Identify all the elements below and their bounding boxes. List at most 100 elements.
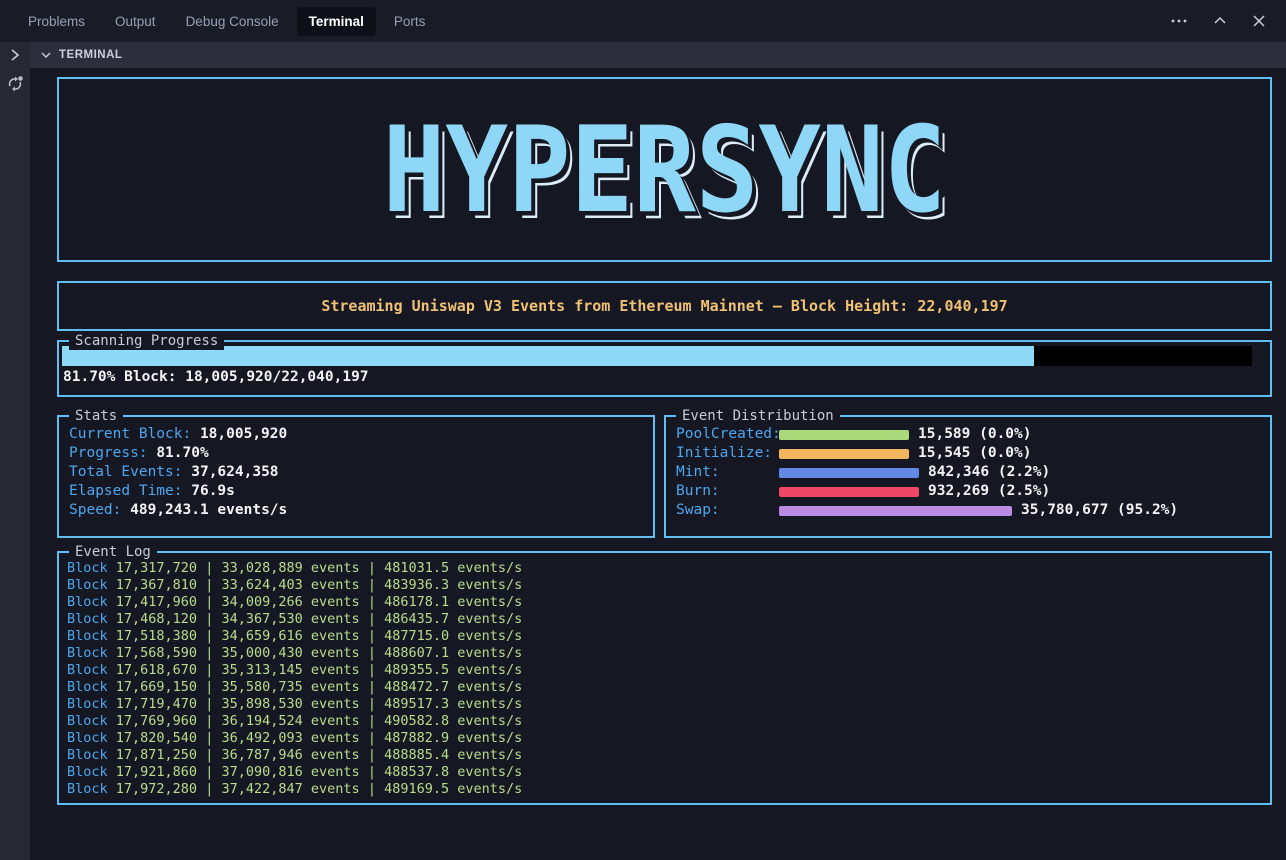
- distribution-label: Initialize:: [676, 444, 779, 463]
- panel-tab[interactable]: Ports: [382, 7, 438, 36]
- event-log-box: Event Log Block 17,317,720 | 33,028,889 …: [57, 551, 1272, 805]
- maximize-panel-icon[interactable]: [1212, 13, 1228, 29]
- panel-side-strip: [0, 42, 30, 860]
- log-events-count: 36,787,946: [221, 747, 302, 763]
- terminal-section-label: TERMINAL: [59, 49, 122, 61]
- log-block-word: Block: [67, 696, 108, 712]
- log-events-word: events: [311, 560, 360, 576]
- event-distribution-title: Event Distribution: [676, 407, 840, 425]
- stat-label: Progress:: [69, 445, 148, 461]
- panel-window-actions: [1170, 12, 1286, 30]
- log-events-count: 36,194,524: [221, 713, 302, 729]
- log-separator: |: [368, 713, 376, 729]
- panel-tab[interactable]: Output: [103, 7, 168, 36]
- log-rate-word: events/s: [457, 730, 522, 746]
- log-separator: |: [368, 611, 376, 627]
- event-log-row: Block 17,317,720 | 33,028,889 events | 4…: [67, 560, 1270, 577]
- log-rate-value: 487715.0: [384, 628, 449, 644]
- log-block-number: 17,972,280: [116, 781, 197, 797]
- log-events-count: 34,009,266: [221, 594, 302, 610]
- stat-value: 37,624,358: [191, 464, 278, 480]
- distribution-label: Mint:: [676, 463, 779, 482]
- log-events-word: events: [311, 764, 360, 780]
- panel-tab[interactable]: Debug Console: [174, 7, 291, 36]
- streaming-message-box: Streaming Uniswap V3 Events from Ethereu…: [57, 281, 1272, 331]
- event-log-row: Block 17,417,960 | 34,009,266 events | 4…: [67, 594, 1270, 611]
- log-rate-word: events/s: [457, 594, 522, 610]
- log-separator: |: [368, 577, 376, 593]
- more-actions-icon[interactable]: [1170, 12, 1188, 30]
- log-block-word: Block: [67, 577, 108, 593]
- log-block-word: Block: [67, 679, 108, 695]
- log-events-count: 35,000,430: [221, 645, 302, 661]
- distribution-value: 932,269 (2.5%): [928, 482, 1050, 501]
- panel-tab[interactable]: Problems: [16, 7, 97, 36]
- log-block-number: 17,317,720: [116, 560, 197, 576]
- log-events-count: 37,090,816: [221, 764, 302, 780]
- log-rate-value: 488472.7: [384, 679, 449, 695]
- log-rate-word: events/s: [457, 611, 522, 627]
- log-block-number: 17,618,670: [116, 662, 197, 678]
- terminal-section-header: TERMINAL: [30, 42, 1286, 68]
- log-rate-word: events/s: [457, 560, 522, 576]
- distribution-row: Swap: 35,780,677 (95.2%): [676, 501, 1270, 520]
- panel-tab[interactable]: Terminal: [297, 7, 376, 36]
- event-log-row: Block 17,669,150 | 35,580,735 events | 4…: [67, 679, 1270, 696]
- progress-bar-track: [62, 346, 1252, 366]
- log-events-count: 36,492,093: [221, 730, 302, 746]
- panel-tabs: Problems Output Debug Console Terminal P…: [16, 7, 437, 36]
- log-events-word: events: [311, 713, 360, 729]
- distribution-bar: [779, 506, 1012, 516]
- progress-status-text: 81.70% Block: 18,005,920/22,040,197: [62, 369, 1267, 385]
- distribution-value: 842,346 (2.2%): [928, 463, 1050, 482]
- close-panel-icon[interactable]: [1252, 14, 1266, 28]
- distribution-row: Initialize: 15,545 (0.0%): [676, 444, 1270, 463]
- log-events-word: events: [311, 662, 360, 678]
- log-block-word: Block: [67, 645, 108, 661]
- log-separator: |: [368, 662, 376, 678]
- distribution-value: 15,545 (0.0%): [918, 444, 1032, 463]
- log-separator: |: [368, 781, 376, 797]
- log-events-word: events: [311, 611, 360, 627]
- log-block-word: Block: [67, 764, 108, 780]
- log-rate-value: 489169.5: [384, 781, 449, 797]
- log-events-word: events: [311, 781, 360, 797]
- stat-label: Current Block:: [69, 426, 191, 442]
- stat-label: Speed:: [69, 502, 121, 518]
- log-block-number: 17,769,960: [116, 713, 197, 729]
- log-events-count: 33,028,889: [221, 560, 302, 576]
- chevron-down-icon[interactable]: [40, 49, 52, 61]
- stat-value: 81.70%: [156, 445, 208, 461]
- stat-row: Current Block: 18,005,920: [69, 425, 653, 444]
- log-block-number: 17,417,960: [116, 594, 197, 610]
- log-events-word: events: [311, 594, 360, 610]
- event-distribution-box: Event Distribution PoolCreated: 15,589 (…: [664, 415, 1272, 538]
- stats-title: Stats: [69, 407, 123, 425]
- log-block-word: Block: [67, 781, 108, 797]
- log-events-word: events: [311, 577, 360, 593]
- log-block-word: Block: [67, 713, 108, 729]
- log-rate-word: events/s: [457, 781, 522, 797]
- distribution-value: 35,780,677 (95.2%): [1021, 501, 1178, 520]
- log-events-count: 34,659,616: [221, 628, 302, 644]
- log-block-number: 17,669,150: [116, 679, 197, 695]
- log-events-count: 35,898,530: [221, 696, 302, 712]
- log-events-word: events: [311, 679, 360, 695]
- sync-refresh-icon[interactable]: [6, 75, 24, 93]
- stat-row: Speed: 489,243.1 events/s: [69, 501, 653, 520]
- terminal-viewport[interactable]: HYPERSYNC Streaming Uniswap V3 Events fr…: [30, 68, 1286, 860]
- chevron-right-expand-icon[interactable]: [8, 47, 22, 63]
- stat-label: Elapsed Time:: [69, 483, 183, 499]
- log-block-word: Block: [67, 611, 108, 627]
- log-separator: |: [368, 764, 376, 780]
- event-log-row: Block 17,618,670 | 35,313,145 events | 4…: [67, 662, 1270, 679]
- log-rate-value: 488607.1: [384, 645, 449, 661]
- log-block-number: 17,518,380: [116, 628, 197, 644]
- streaming-message-text: Streaming Uniswap V3 Events from Ethereu…: [321, 297, 1007, 315]
- log-separator: |: [368, 628, 376, 644]
- log-block-word: Block: [67, 747, 108, 763]
- log-block-word: Block: [67, 628, 108, 644]
- log-events-word: events: [311, 730, 360, 746]
- log-separator: |: [368, 594, 376, 610]
- distribution-label: PoolCreated:: [676, 425, 779, 444]
